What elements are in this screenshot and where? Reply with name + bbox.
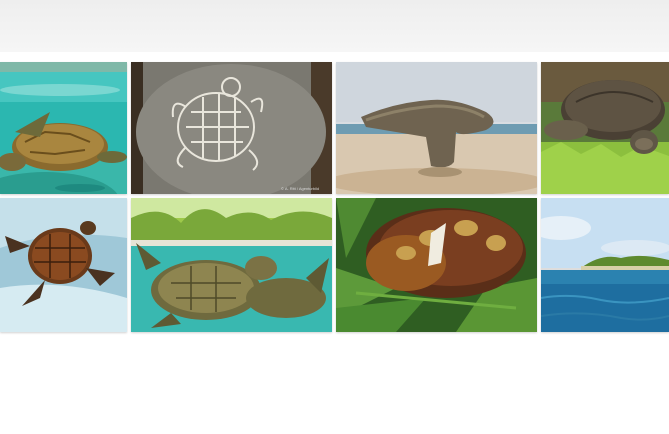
gallery-image-hawksbill-turtle[interactable] [0,198,127,332]
gallery-image-giant-tortoise[interactable] [541,62,669,194]
gallery-image-mushroom-rock[interactable] [336,62,537,194]
gallery-image-sea-turtle[interactable] [0,62,127,194]
credit-text: © A. Ritt / Agenturbild [281,186,319,191]
gallery-image-cooked-turtle[interactable] [336,198,537,332]
gallery-image-turtle-petroglyph[interactable]: © A. Ritt / Agenturbild [131,62,332,194]
gallery-image-tropical-island[interactable] [541,198,669,332]
gallery-image-turtles-on-reef[interactable] [131,198,332,332]
top-band [0,0,669,52]
